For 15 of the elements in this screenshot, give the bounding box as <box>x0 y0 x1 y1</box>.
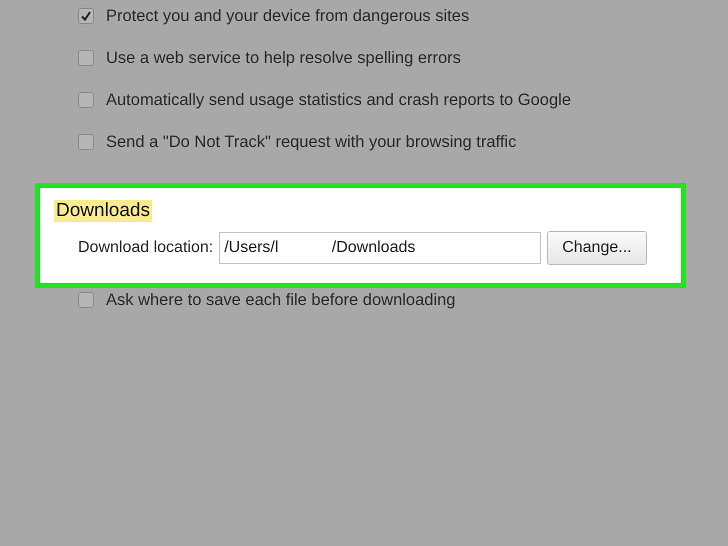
checkbox[interactable] <box>78 8 94 24</box>
option-label: Ask where to save each file before downloading <box>106 290 456 310</box>
checkbox[interactable] <box>78 134 94 150</box>
option-label: Use a web service to help resolve spelling errors <box>106 48 461 68</box>
location-label: Download location: <box>78 239 214 257</box>
change-button[interactable]: Change... <box>547 231 647 265</box>
location-field[interactable]: /Users/l /Downloads <box>219 232 542 264</box>
checkbox[interactable] <box>78 292 94 308</box>
checkbox[interactable] <box>78 92 94 108</box>
checkbox[interactable] <box>78 50 94 66</box>
option-label: Automatically send usage statistics and crash reports to Google <box>106 90 571 110</box>
checkmark-icon <box>80 10 92 22</box>
section-heading: Downloads <box>54 200 152 222</box>
option-label: Send a "Do Not Track" request with your browsing traffic <box>106 132 516 152</box>
option-label: Protect you and your device from dangerous sites <box>106 6 470 26</box>
